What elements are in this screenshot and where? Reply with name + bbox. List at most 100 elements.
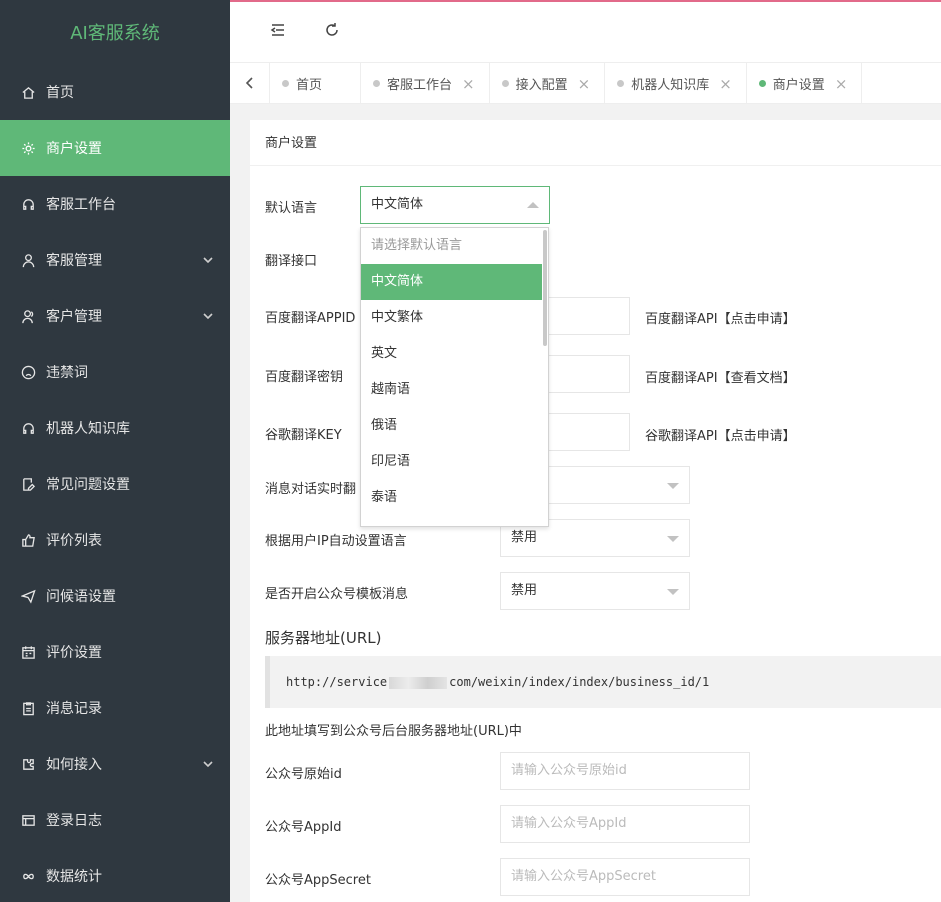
- card-title: 商户设置: [250, 120, 941, 166]
- tab-status-dot: [282, 80, 289, 87]
- mp-appsecret-label: 公众号AppSecret: [265, 873, 371, 888]
- frown-icon: [20, 364, 36, 380]
- translate-api-label: 翻译接口: [265, 254, 318, 269]
- sidebar-item-label: 违禁词: [46, 365, 88, 381]
- caret-down-icon: [667, 589, 679, 595]
- tab-label: 接入配置: [515, 78, 568, 93]
- sidebar-item-14[interactable]: 登录日志: [0, 792, 230, 848]
- sidebar-item-label: 机器人知识库: [46, 421, 130, 437]
- sidebar-item-11[interactable]: 评价设置: [0, 624, 230, 680]
- clipboard-icon: [20, 700, 36, 716]
- sidebar: AI客服系统 首页商户设置客服工作台客服管理客户管理违禁词机器人知识库 常见问题设…: [0, 0, 230, 902]
- tab-status-dot: [617, 80, 625, 87]
- thumb-up-icon: [20, 532, 36, 548]
- dropdown-option-list: 中文简体 中文繁体 英文 越南语 俄语 印尼语 泰语: [361, 264, 548, 516]
- tab-4[interactable]: 机器人知识库 ×: [605, 63, 747, 104]
- sidebar-nav: 首页商户设置客服工作台客服管理客户管理违禁词机器人知识库 常见问题设置评价列表问候…: [0, 64, 230, 902]
- server-url-suffix: com/weixin/index/index/business_id/1: [449, 675, 710, 689]
- close-icon[interactable]: ×: [578, 75, 591, 93]
- sidebar-item-12[interactable]: 消息记录: [0, 680, 230, 736]
- dropdown-scrollbar[interactable]: [543, 230, 547, 346]
- sidebar-item-10[interactable]: 问候语设置: [0, 568, 230, 624]
- language-option[interactable]: 中文简体: [361, 264, 542, 300]
- language-option[interactable]: 越南语: [361, 372, 542, 408]
- infinity-icon: [20, 868, 36, 884]
- sidebar-item-label: 客服工作台: [46, 197, 116, 213]
- default-language-select[interactable]: 中文简体: [360, 186, 550, 224]
- sidebar-item-label: 数据统计: [46, 869, 102, 885]
- server-url-code: http://service com/weixin/index/index/bus…: [265, 656, 941, 708]
- sidebar-item-label: 商户设置: [46, 141, 102, 157]
- tab-3[interactable]: 接入配置 ×: [490, 63, 606, 104]
- sidebar-item-8[interactable]: 常见问题设置: [0, 456, 230, 512]
- default-language-value: 中文简体: [371, 197, 424, 212]
- sidebar-item-7[interactable]: 机器人知识库: [0, 400, 230, 456]
- home-icon: [20, 84, 36, 100]
- caret-down-icon: [667, 483, 679, 489]
- collapse-menu-icon[interactable]: [270, 22, 288, 40]
- mp-appid-label: 公众号AppId: [265, 820, 342, 835]
- language-option[interactable]: 印尼语: [361, 444, 542, 480]
- sidebar-item-3[interactable]: 客服工作台: [0, 176, 230, 232]
- language-option[interactable]: 中文繁体: [361, 300, 542, 336]
- close-icon[interactable]: ×: [835, 75, 848, 93]
- tab-status-dot: [501, 80, 509, 87]
- gear-icon: [20, 140, 36, 156]
- tab-1[interactable]: 首页: [270, 63, 362, 104]
- mp-appid-input[interactable]: 请输入公众号AppId: [500, 805, 750, 843]
- puzzle-icon: [20, 756, 36, 772]
- server-url-note: 此地址填写到公众号后台服务器地址(URL)中: [265, 724, 522, 739]
- log-icon: [20, 812, 36, 828]
- google-key-label: 谷歌翻译KEY: [265, 428, 342, 443]
- sidebar-item-label: 登录日志: [46, 813, 102, 829]
- sidebar-item-6[interactable]: 违禁词: [0, 344, 230, 400]
- language-option[interactable]: 俄语: [361, 408, 542, 444]
- language-option[interactable]: 泰语: [361, 480, 542, 516]
- tab-scroll-left-button[interactable]: [230, 63, 270, 103]
- tab-status-dot: [373, 80, 381, 87]
- sidebar-item-15[interactable]: 数据统计: [0, 848, 230, 902]
- sidebar-item-13[interactable]: 如何接入: [0, 736, 230, 792]
- headset-icon: [20, 420, 36, 436]
- sidebar-item-9[interactable]: 评价列表: [0, 512, 230, 568]
- sidebar-item-label: 常见问题设置: [46, 477, 130, 493]
- sidebar-item-label: 评价设置: [46, 645, 102, 661]
- baidu-appid-help-link[interactable]: 百度翻译API【点击申请】: [645, 308, 796, 327]
- ip-language-label: 根据用户IP自动设置语言: [265, 534, 407, 549]
- baidu-appid-label: 百度翻译APPID: [265, 311, 356, 326]
- chevron-down-icon: [202, 310, 214, 322]
- sidebar-item-2[interactable]: 商户设置: [0, 120, 230, 176]
- baidu-secret-help-link[interactable]: 百度翻译API【查看文档】: [645, 367, 796, 386]
- ip-language-value: 禁用: [511, 530, 538, 545]
- caret-up-icon: [527, 202, 539, 208]
- headset-icon: [20, 196, 36, 212]
- refresh-icon[interactable]: [324, 22, 342, 40]
- sidebar-item-label: 客户管理: [46, 309, 102, 325]
- sidebar-item-label: 问候语设置: [46, 589, 116, 605]
- tab-5[interactable]: 商户设置 ×: [747, 63, 863, 104]
- user-icon: [20, 252, 36, 268]
- default-language-label: 默认语言: [265, 201, 318, 216]
- dropdown-placeholder-option[interactable]: 请选择默认语言: [361, 228, 542, 264]
- sidebar-item-5[interactable]: 客户管理: [0, 288, 230, 344]
- close-icon[interactable]: ×: [719, 75, 732, 93]
- sidebar-item-4[interactable]: 客服管理: [0, 232, 230, 288]
- calendar-icon: [20, 644, 36, 660]
- mp-original-id-input[interactable]: 请输入公众号原始id: [500, 752, 750, 790]
- language-option[interactable]: 英文: [361, 336, 542, 372]
- users-icon: [20, 308, 36, 324]
- chevron-down-icon: [202, 758, 214, 770]
- mp-template-select[interactable]: 禁用: [500, 572, 690, 610]
- sidebar-item-label: 如何接入: [46, 757, 102, 773]
- sidebar-item-label: 客服管理: [46, 253, 102, 269]
- edit-icon: [20, 476, 36, 492]
- google-key-help-link[interactable]: 谷歌翻译API【点击申请】: [645, 425, 796, 444]
- send-icon: [20, 588, 36, 604]
- brand-title: AI客服系统: [70, 23, 160, 44]
- close-icon[interactable]: ×: [462, 75, 475, 93]
- tab-status-dot: [758, 80, 766, 87]
- sidebar-item-1[interactable]: 首页: [0, 64, 230, 120]
- mp-appsecret-input[interactable]: 请输入公众号AppSecret: [500, 858, 750, 896]
- tab-2[interactable]: 客服工作台 ×: [361, 63, 490, 104]
- baidu-secret-label: 百度翻译密钥: [265, 370, 344, 385]
